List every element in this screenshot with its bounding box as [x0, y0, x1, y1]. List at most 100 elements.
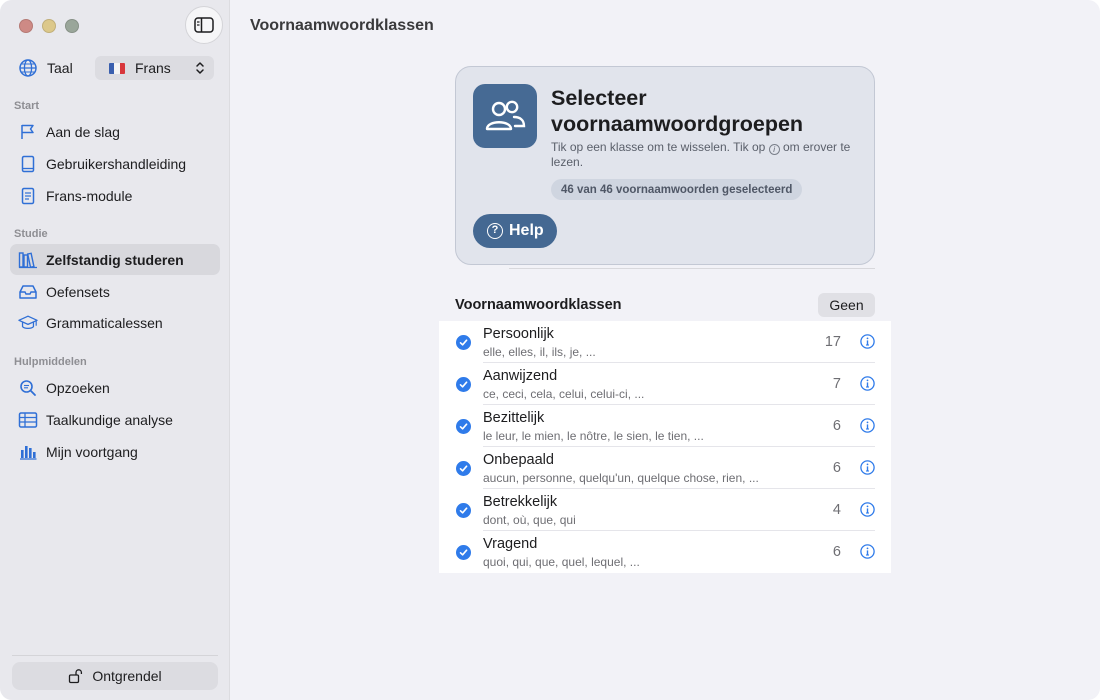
bar-chart-icon [18, 442, 38, 462]
unlock-button-label: Ontgrendel [92, 668, 162, 684]
list-item-betrekkelijk[interactable]: Betrekkelijk dont, où, que, qui 4 [439, 489, 891, 531]
flag-icon [18, 122, 38, 142]
help-button[interactable]: ? Help [473, 214, 557, 248]
sidebar-item-label: Oefensets [46, 283, 110, 300]
checkmark-icon[interactable] [456, 461, 471, 476]
sidebar-item-label: Mijn voortgang [46, 443, 138, 460]
class-examples: quoi, qui, que, quel, lequel, ... [483, 555, 640, 569]
class-count: 17 [824, 334, 841, 350]
help-button-label: Help [509, 222, 544, 239]
sidebar-item-label: Zelfstandig studeren [46, 251, 184, 268]
hero-description-text: Tik op een klasse om te wisselen. Tik op [551, 140, 769, 154]
page-title: Voornaamwoordklassen [250, 17, 434, 34]
class-count: 6 [832, 460, 841, 476]
info-icon[interactable] [860, 418, 875, 433]
sidebar-item-taalkundige-analyse[interactable]: Taalkundige analyse [10, 404, 220, 435]
info-icon[interactable] [860, 334, 875, 349]
zoom-window-button[interactable] [65, 19, 79, 33]
info-icon[interactable] [860, 502, 875, 517]
checkmark-icon[interactable] [456, 335, 471, 350]
tray-icon [18, 282, 38, 302]
list-item-aanwijzend[interactable]: Aanwijzend ce, ceci, cela, celui, celui-… [439, 363, 891, 405]
list-item-vragend[interactable]: Vragend quoi, qui, que, quel, lequel, ..… [439, 531, 891, 573]
book-icon [18, 154, 38, 174]
section-header-start: Start [14, 100, 40, 112]
class-name: Onbepaald [483, 452, 554, 468]
list-item-bezittelijk[interactable]: Bezittelijk le leur, le mien, le nôtre, … [439, 405, 891, 447]
sidebar-item-label: Taalkundige analyse [46, 411, 173, 428]
sidebar-item-oefensets[interactable]: Oefensets [10, 276, 220, 307]
sidebar-item-opzoeken[interactable]: Opzoeken [10, 372, 220, 403]
checkmark-icon[interactable] [456, 503, 471, 518]
main-content: Voornaamwoordklassen Selecteer voornaamw… [231, 0, 1100, 700]
people-icon [473, 84, 537, 148]
class-name: Bezittelijk [483, 410, 545, 426]
sidebar-item-label: Opzoeken [46, 379, 110, 396]
class-name: Betrekkelijk [483, 494, 558, 510]
class-count: 6 [832, 418, 841, 434]
sidebar-item-aan-de-slag[interactable]: Aan de slag [10, 116, 220, 147]
class-name: Persoonlijk [483, 326, 554, 342]
app-window: Taal Frans Start Aan de slag Gebruikersh… [0, 0, 1100, 700]
pronoun-class-list: Persoonlijk elle, elles, il, ils, je, ..… [439, 321, 891, 573]
sidebar-divider [12, 655, 218, 656]
hero-divider [509, 268, 875, 269]
class-examples: le leur, le mien, le nôtre, le sien, le … [483, 429, 704, 443]
info-icon[interactable] [860, 376, 875, 391]
graduation-cap-icon [18, 313, 38, 333]
class-name: Aanwijzend [483, 368, 558, 384]
list-item-onbepaald[interactable]: Onbepaald aucun, personne, quelqu'un, qu… [439, 447, 891, 489]
language-select-value: Frans [135, 60, 171, 76]
hero-card: Selecteer voornaamwoordgroepen Tik op ee… [455, 66, 875, 265]
class-examples: elle, elles, il, ils, je, ... [483, 345, 596, 359]
class-examples: ce, ceci, cela, celui, celui-ci, ... [483, 387, 645, 401]
info-inline-icon: i [768, 144, 780, 155]
language-label: Taal [47, 60, 73, 76]
info-icon[interactable] [860, 544, 875, 559]
hero-description: Tik op een klasse om te wisselen. Tik op… [551, 140, 851, 170]
sidebar-item-mijn-voortgang[interactable]: Mijn voortgang [10, 436, 220, 467]
sidebar-item-label: Gebruikershandleiding [46, 155, 187, 172]
minimize-window-button[interactable] [42, 19, 56, 33]
document-icon [18, 186, 38, 206]
class-examples: aucun, personne, quelqu'un, quelque chos… [483, 471, 759, 485]
sidebar-item-label: Frans-module [46, 187, 133, 204]
class-name: Vragend [483, 536, 538, 552]
france-flag-icon [109, 62, 125, 74]
section-header-studie: Studie [14, 228, 48, 240]
class-examples: dont, où, que, qui [483, 513, 576, 527]
class-count: 4 [832, 502, 841, 518]
class-count: 7 [832, 376, 841, 392]
sidebar-item-label: Aan de slag [46, 123, 120, 140]
sidebar-toggle-button[interactable] [185, 6, 223, 44]
question-mark-icon: ? [487, 223, 503, 239]
close-window-button[interactable] [19, 19, 33, 33]
books-icon [18, 250, 38, 270]
sidebar-item-frans-module[interactable]: Frans-module [10, 180, 220, 211]
sidebar-item-label: Grammaticalessen [46, 314, 163, 331]
selection-count-badge: 46 van 46 voornaamwoorden geselecteerd [551, 179, 803, 200]
select-none-button[interactable]: Geen [818, 293, 875, 317]
list-header: Voornaamwoordklassen [455, 297, 622, 313]
info-icon[interactable] [860, 460, 875, 475]
hero-title: Selecteer voornaamwoordgroepen [551, 86, 804, 136]
list-item-persoonlijk[interactable]: Persoonlijk elle, elles, il, ils, je, ..… [439, 321, 891, 363]
window-controls [19, 19, 79, 33]
chevron-up-down-icon [196, 62, 204, 74]
section-header-hulpmiddelen: Hulpmiddelen [14, 356, 87, 368]
language-row: Taal Frans [18, 56, 214, 80]
globe-icon [19, 59, 37, 77]
sidebar: Taal Frans Start Aan de slag Gebruikersh… [0, 0, 230, 700]
language-select[interactable]: Frans [95, 56, 214, 80]
sidebar-item-zelfstandig-studeren[interactable]: Zelfstandig studeren [10, 244, 220, 275]
checkmark-icon[interactable] [456, 377, 471, 392]
unlock-icon [69, 669, 83, 684]
class-count: 6 [832, 544, 841, 560]
checkmark-icon[interactable] [456, 545, 471, 560]
table-icon [18, 410, 38, 430]
checkmark-icon[interactable] [456, 419, 471, 434]
sidebar-item-grammaticalessen[interactable]: Grammaticalessen [10, 307, 220, 338]
sidebar-item-gebruikershandleiding[interactable]: Gebruikershandleiding [10, 148, 220, 179]
unlock-button[interactable]: Ontgrendel [12, 662, 218, 690]
sidebar-toggle-icon [194, 17, 214, 33]
